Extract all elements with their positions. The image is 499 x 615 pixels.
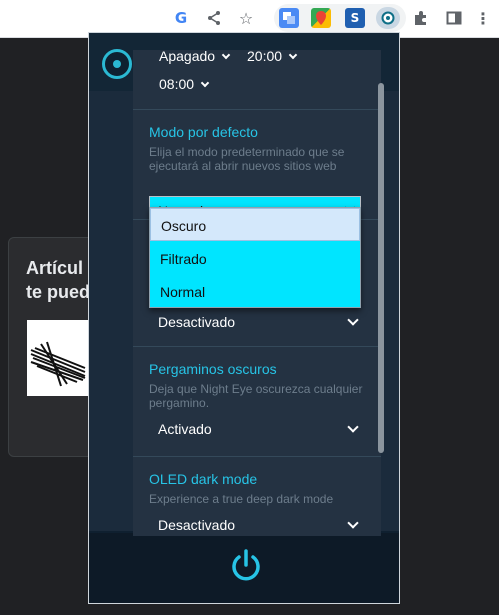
- puzzle-icon[interactable]: [410, 7, 432, 29]
- dark-scrolls-value: Activado: [158, 421, 212, 437]
- dropdown-option-oscuro[interactable]: Oscuro: [150, 208, 360, 241]
- night-eye-logo-icon: [102, 49, 132, 79]
- dark-scrolls-title: Pergaminos oscuros: [149, 361, 277, 377]
- obscured-section-select[interactable]: Desactivado: [149, 308, 365, 336]
- schedule-mode-value: Apagado: [159, 50, 216, 64]
- schedule-section: Apagado 20:00 08:00: [133, 50, 381, 110]
- chevron-down-icon: [347, 517, 359, 529]
- star-icon[interactable]: ☆: [235, 7, 257, 29]
- google-icon[interactable]: G: [170, 7, 192, 29]
- product-image: [27, 320, 89, 396]
- oled-title: OLED dark mode: [149, 471, 258, 487]
- dropdown-option-normal[interactable]: Normal: [150, 275, 360, 308]
- popup-footer: [89, 533, 399, 603]
- dropdown-option-filtrado[interactable]: Filtrado: [150, 242, 360, 275]
- chevron-down-icon: [288, 50, 298, 60]
- s-extension-icon[interactable]: S: [345, 8, 365, 28]
- google-maps-extension-icon[interactable]: [311, 8, 331, 28]
- schedule-to-select[interactable]: 08:00: [159, 76, 210, 92]
- default-mode-description: Elija el modo predeterminado que se ejec…: [149, 145, 345, 173]
- share-icon[interactable]: [203, 7, 225, 29]
- default-mode-dropdown: Oscuro Filtrado Normal: [149, 207, 361, 308]
- chevron-down-icon: [347, 421, 359, 433]
- obscured-section-value: Desactivado: [158, 314, 236, 330]
- panel-scrollbar[interactable]: [378, 83, 384, 453]
- chevron-down-icon: [347, 314, 359, 326]
- night-eye-extension-icon[interactable]: [376, 7, 400, 29]
- chevron-down-icon: [221, 50, 231, 60]
- power-icon[interactable]: [228, 548, 264, 584]
- schedule-to-value: 08:00: [159, 76, 195, 92]
- dark-scrolls-description: Deja que Night Eye oscurezca cualquier p…: [149, 382, 363, 410]
- chevron-down-icon: [200, 78, 210, 88]
- schedule-from-select[interactable]: 20:00: [247, 50, 298, 64]
- sidepanel-icon[interactable]: [443, 7, 465, 29]
- schedule-from-value: 20:00: [247, 50, 283, 64]
- oled-value: Desactivado: [158, 517, 236, 533]
- dark-scrolls-section: Pergaminos oscuros Deja que Night Eye os…: [133, 347, 381, 457]
- dark-scrolls-select[interactable]: Activado: [149, 415, 365, 443]
- more-icon[interactable]: ⋮: [472, 7, 494, 29]
- oled-section: OLED dark mode Experience a true deep da…: [133, 457, 381, 536]
- night-eye-popup: Apagado 20:00 08:00 Modo por defecto Eli…: [88, 32, 400, 604]
- default-mode-title: Modo por defecto: [149, 124, 258, 140]
- oled-description: Experience a true deep dark mode: [149, 492, 334, 506]
- product-card-title: Artícul te pued: [26, 258, 91, 302]
- translate-extension-icon[interactable]: [279, 8, 299, 28]
- oled-select[interactable]: Desactivado: [149, 511, 365, 536]
- schedule-mode-select[interactable]: Apagado: [159, 50, 231, 64]
